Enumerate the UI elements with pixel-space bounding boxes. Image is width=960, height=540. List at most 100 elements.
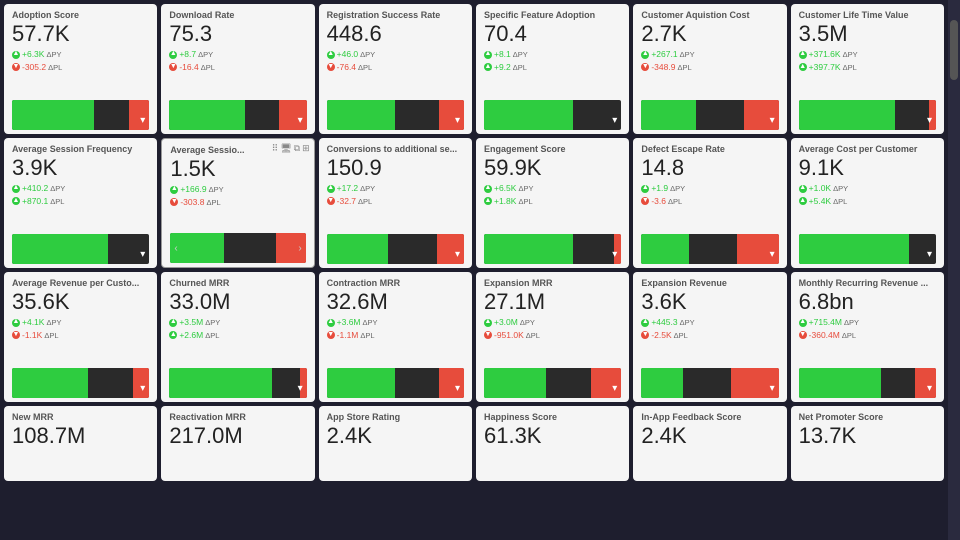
sparkline: ▾ — [484, 100, 621, 130]
scrollbar-thumb[interactable] — [950, 20, 958, 80]
metric-card-customer-lifetime-value[interactable]: Customer Life Time Value3.5M▲+371.6K ΔPY… — [791, 4, 944, 134]
positive-indicator: ▲ — [484, 319, 492, 327]
expand-icon[interactable]: ⊞ — [302, 143, 310, 154]
metric-card-conversions-additional[interactable]: Conversions to additional se...150.9▲+17… — [319, 138, 472, 268]
chevron-down-icon[interactable]: ▾ — [770, 249, 775, 260]
monitor-icon[interactable]: 🖥 — [280, 143, 291, 154]
dots-icon[interactable]: ⠿ — [272, 143, 279, 154]
copy-icon[interactable]: ⧉ — [294, 143, 300, 154]
delta-value: +445.3 — [651, 316, 677, 329]
delta-row: ▼-16.4 ΔPL — [169, 61, 306, 74]
chevron-down-icon[interactable]: ▾ — [612, 249, 617, 260]
chevron-down-icon[interactable]: ▾ — [140, 249, 145, 260]
delta-value: -360.4M — [809, 329, 840, 342]
spark-bar-green — [799, 368, 881, 398]
metric-value: 6.8bn — [799, 290, 936, 314]
delta-row: ▲+870.1 ΔPL — [12, 195, 149, 208]
metric-card-reactivation-mrr[interactable]: Reactivation MRR217.0M — [161, 406, 314, 481]
metric-card-net-promoter-score[interactable]: Net Promoter Score13.7K — [791, 406, 944, 481]
metric-card-expansion-mrr[interactable]: Expansion MRR27.1M▲+3.0M ΔPY▼-951.0K ΔPL… — [476, 272, 629, 402]
delta-value: +6.5K — [494, 182, 516, 195]
metric-card-defect-escape-rate[interactable]: Defect Escape Rate14.8▲+1.9 ΔPY▼-3.6 ΔPL… — [633, 138, 786, 268]
chevron-down-icon[interactable]: ▾ — [298, 115, 303, 126]
metric-value: 27.1M — [484, 290, 621, 314]
delta-value: +410.2 — [22, 182, 48, 195]
metric-deltas: ▲+46.0 ΔPY▼-76.4 ΔPL — [327, 48, 464, 74]
metric-title: Adoption Score — [12, 10, 149, 20]
metric-card-monthly-recurring-revenue[interactable]: Monthly Recurring Revenue ...6.8bn▲+715.… — [791, 272, 944, 402]
metric-card-average-revenue-per-customer[interactable]: Average Revenue per Custo...35.6K▲+4.1K … — [4, 272, 157, 402]
positive-indicator: ▲ — [799, 51, 807, 59]
chevron-down-icon[interactable]: ▾ — [140, 115, 145, 126]
delta-row: ▲+371.6K ΔPY — [799, 48, 936, 61]
metric-title: Average Session Frequency — [12, 144, 149, 154]
card-tools: ⠿ 🖥 ⧉ ⊞ — [272, 143, 310, 154]
delta-value: +166.9 — [180, 183, 206, 196]
chevron-down-icon[interactable]: ▾ — [455, 115, 460, 126]
chevron-down-icon[interactable]: ▾ — [770, 383, 775, 394]
metric-card-happiness-score[interactable]: Happiness Score61.3K — [476, 406, 629, 481]
metric-card-adoption-score[interactable]: Adoption Score57.7K▲+6.3K ΔPY▼-305.2 ΔPL… — [4, 4, 157, 134]
delta-label: ΔPY — [518, 183, 533, 194]
metric-card-expansion-revenue[interactable]: Expansion Revenue3.6K▲+445.3 ΔPY▼-2.5K Δ… — [633, 272, 786, 402]
delta-row: ▲+17.2 ΔPY — [327, 182, 464, 195]
delta-row: ▼-303.8 ΔPL — [170, 196, 305, 209]
chevron-down-icon[interactable]: ▾ — [298, 383, 303, 394]
dashboard-main[interactable]: Adoption Score57.7K▲+6.3K ΔPY▼-305.2 ΔPL… — [0, 0, 948, 540]
sparkline: ▾ — [327, 368, 464, 398]
chevron-down-icon[interactable]: ▾ — [927, 249, 932, 260]
metric-card-average-session-2[interactable]: ⠿ 🖥 ⧉ ⊞ Average Sessio...1.5K▲+166.9 ΔPY… — [161, 138, 314, 268]
metric-title: Reactivation MRR — [169, 412, 306, 422]
metric-card-engagement-score[interactable]: Engagement Score59.9K▲+6.5K ΔPY▲+1.8K ΔP… — [476, 138, 629, 268]
spark-bar-green — [799, 234, 909, 264]
delta-label: ΔPY — [843, 49, 858, 60]
chevron-right-icon[interactable]: › — [298, 243, 301, 254]
metric-value: 57.7K — [12, 22, 149, 46]
metric-deltas: ▲+4.1K ΔPY▼-1.1K ΔPL — [12, 316, 149, 342]
spark-bar-green — [327, 234, 389, 264]
metric-deltas: ▲+3.6M ΔPY▼-1.1M ΔPL — [327, 316, 464, 342]
delta-value: +5.4K — [809, 195, 831, 208]
sparkline: ▾ — [641, 234, 778, 264]
sparkline: ▾ — [12, 100, 149, 130]
metric-card-contraction-mrr[interactable]: Contraction MRR32.6M▲+3.6M ΔPY▼-1.1M ΔPL… — [319, 272, 472, 402]
positive-indicator: ▲ — [799, 185, 807, 193]
spark-bar-green — [641, 234, 689, 264]
delta-label: ΔPY — [360, 49, 375, 60]
negative-indicator: ▼ — [12, 63, 20, 71]
chevron-down-icon[interactable]: ▾ — [770, 115, 775, 126]
delta-label: ΔPL — [48, 62, 62, 73]
chevron-down-icon[interactable]: ▾ — [927, 115, 932, 126]
sparkline: ▾ — [169, 100, 306, 130]
sparkline: ▾ — [799, 234, 936, 264]
negative-indicator: ▼ — [169, 63, 177, 71]
metric-card-download-rate[interactable]: Download Rate75.3▲+8.7 ΔPY▼-16.4 ΔPL▾ — [161, 4, 314, 134]
chevron-down-icon[interactable]: ▾ — [927, 383, 932, 394]
metric-card-registration-success-rate[interactable]: Registration Success Rate448.6▲+46.0 ΔPY… — [319, 4, 472, 134]
chevron-down-icon[interactable]: ▾ — [455, 249, 460, 260]
chevron-down-icon[interactable]: ▾ — [455, 383, 460, 394]
negative-indicator: ▼ — [641, 63, 649, 71]
chevron-left-icon[interactable]: ‹ — [174, 243, 177, 254]
spark-bar-green — [484, 234, 573, 264]
metric-card-app-store-rating[interactable]: App Store Rating2.4K — [319, 406, 472, 481]
metric-card-specific-feature-adoption[interactable]: Specific Feature Adoption70.4▲+8.1 ΔPY▲+… — [476, 4, 629, 134]
chevron-down-icon[interactable]: ▾ — [612, 115, 617, 126]
scrollbar[interactable] — [948, 0, 960, 540]
delta-value: +3.0M — [494, 316, 518, 329]
chevron-down-icon[interactable]: ▾ — [612, 383, 617, 394]
delta-label: ΔPL — [668, 196, 682, 207]
metric-card-in-app-feedback-score[interactable]: In-App Feedback Score2.4K — [633, 406, 786, 481]
metric-card-average-cost-per-customer[interactable]: Average Cost per Customer9.1K▲+1.0K ΔPY▲… — [791, 138, 944, 268]
metric-title: Customer Aquistion Cost — [641, 10, 778, 20]
metrics-grid: Adoption Score57.7K▲+6.3K ΔPY▼-305.2 ΔPL… — [4, 4, 944, 481]
metric-deltas: ▲+8.7 ΔPY▼-16.4 ΔPL — [169, 48, 306, 74]
chevron-down-icon[interactable]: ▾ — [140, 383, 145, 394]
metric-deltas: ▲+166.9 ΔPY▼-303.8 ΔPL — [170, 183, 305, 209]
metric-card-churned-mrr[interactable]: Churned MRR33.0M▲+3.5M ΔPY▲+2.6M ΔPL▾ — [161, 272, 314, 402]
metric-card-customer-acquisition-cost[interactable]: Customer Aquistion Cost2.7K▲+267.1 ΔPY▼-… — [633, 4, 786, 134]
delta-row: ▲+397.7K ΔPL — [799, 61, 936, 74]
delta-row: ▲+166.9 ΔPY — [170, 183, 305, 196]
metric-card-new-mrr[interactable]: New MRR108.7M — [4, 406, 157, 481]
metric-card-average-session-frequency[interactable]: Average Session Frequency3.9K▲+410.2 ΔPY… — [4, 138, 157, 268]
